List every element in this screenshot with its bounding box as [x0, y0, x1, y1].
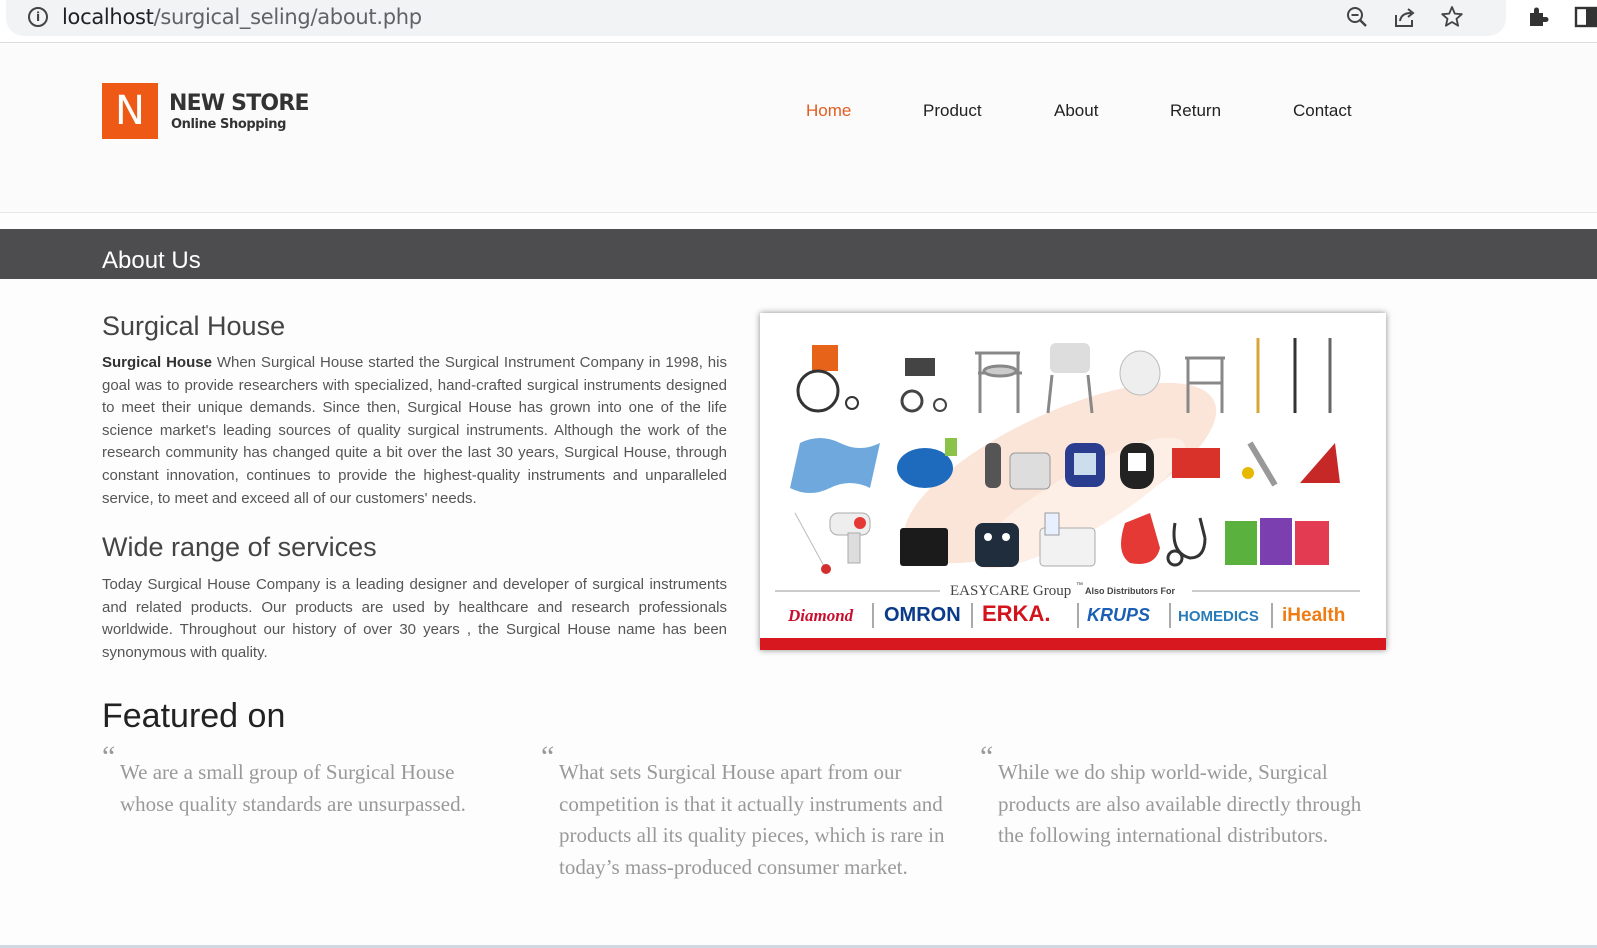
quote-open-icon: “	[541, 740, 555, 773]
infrared-thermometer-icon	[829, 512, 871, 564]
site-header: N NEW STORE Online Shopping Home Product…	[0, 44, 1597, 213]
section-text-body: When Surgical House started the Surgical…	[102, 354, 727, 507]
nav-product[interactable]: Product	[923, 101, 982, 121]
share-icon[interactable]	[1392, 4, 1418, 30]
page-title-band: About Us	[0, 229, 1597, 279]
section-title-services: Wide range of services	[102, 532, 377, 562]
side-panel-icon[interactable]	[1573, 4, 1597, 30]
url-host: localhost	[62, 5, 154, 29]
digital-thermometer-icon	[791, 511, 831, 574]
body-analyzer-scale-icon	[975, 523, 1019, 567]
brand-logo-krups: KRUPS	[1087, 605, 1150, 625]
wrist-monitor-icon	[1065, 443, 1105, 487]
featured-quote-2: What sets Surgical House apart from our …	[559, 760, 945, 879]
banner-distributors-label: Also Distributors For	[1085, 586, 1176, 596]
air-mattress-icon	[790, 438, 880, 493]
nav-contact[interactable]: Contact	[1293, 101, 1352, 121]
logo-mark[interactable]: N	[102, 83, 158, 139]
featured-quote-1: We are a small group of Surgical House w…	[120, 760, 466, 816]
banner-group-trademark: ™	[1076, 582, 1083, 589]
wheelchair-icon	[796, 345, 859, 413]
quote-open-icon: “	[102, 740, 116, 773]
site-info-icon[interactable]: i	[28, 7, 48, 27]
store-tagline: Online Shopping	[171, 117, 286, 132]
extensions-puzzle-icon[interactable]	[1525, 4, 1551, 30]
diaper-packs-icon	[1225, 518, 1329, 565]
products-banner-image: EASYCARE Group ™ Also Distributors For D…	[760, 313, 1386, 650]
section-text-surgical-house: Surgical House When Surgical House start…	[102, 352, 727, 510]
stethoscope-icon	[1166, 517, 1207, 567]
test-strips-icon	[1172, 448, 1220, 478]
section-title-surgical-house: Surgical House	[102, 311, 286, 341]
transport-chair-icon	[900, 358, 947, 413]
url-path: /surgical_seling/about.php	[153, 5, 422, 29]
lancet-pen-icon	[1242, 441, 1278, 487]
toilet-seat-icon	[1119, 350, 1161, 396]
brand-logo-erka: ERKA.	[982, 601, 1050, 626]
banner-group-label: EASYCARE Group	[950, 583, 1071, 599]
featured-quote-3: While we do ship world-wide, Surgical pr…	[998, 760, 1362, 847]
nav-about[interactable]: About	[1054, 101, 1098, 121]
hot-water-bottle-icon	[1121, 513, 1160, 564]
commode-chair-icon	[975, 351, 1022, 413]
glucose-meter-icon	[1120, 443, 1154, 489]
brand-logo-homedics: HOMEDICS	[1178, 608, 1259, 625]
browser-toolbar: i localhost/surgical_seling/about.php	[0, 0, 1597, 43]
brand-logo-diamond: Diamond	[787, 606, 854, 625]
featured-title: Featured on	[102, 697, 286, 735]
nav-return[interactable]: Return	[1170, 101, 1221, 121]
zoom-icon[interactable]	[1344, 4, 1370, 30]
section-text-lead: Surgical House	[102, 354, 212, 371]
address-bar[interactable]: i localhost/surgical_seling/about.php	[6, 0, 1506, 36]
quote-open-icon: “	[980, 740, 994, 773]
products-illustration: EASYCARE Group ™ Also Distributors For D…	[760, 338, 1386, 650]
weighing-scale-icon	[900, 528, 948, 566]
lancets-box-icon	[1300, 443, 1340, 483]
store-name[interactable]: NEW STORE	[169, 91, 310, 116]
crutches-icon	[1256, 338, 1332, 413]
brand-logo-ihealth: iHealth	[1282, 605, 1345, 626]
url-text[interactable]: localhost/surgical_seling/about.php	[62, 5, 422, 29]
brand-logo-omron: OMRON	[884, 604, 961, 626]
bookmark-star-icon[interactable]	[1439, 4, 1465, 30]
nav-home[interactable]: Home	[806, 101, 851, 121]
page-title: About Us	[102, 247, 201, 274]
section-text-services: Today Surgical House Company is a leadin…	[102, 576, 727, 661]
